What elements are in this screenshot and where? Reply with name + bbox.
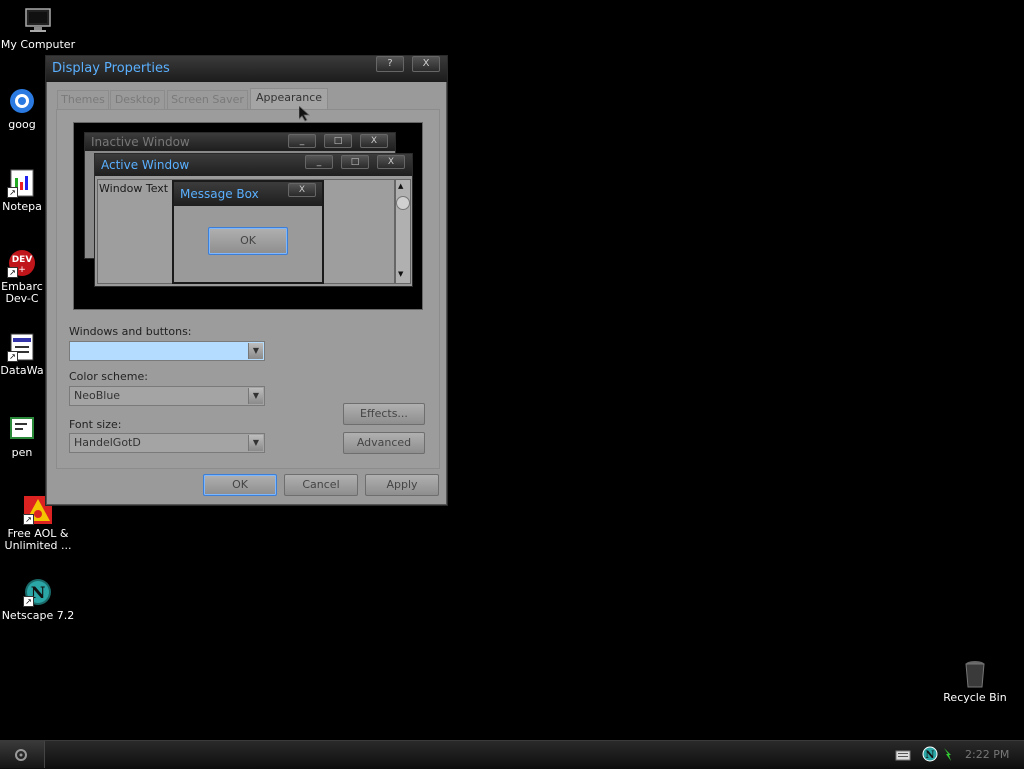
desktop-icon-label: Netscape 7.2 (1, 609, 75, 622)
desktop-icon-label: My Computer (0, 38, 76, 51)
inactive-title-text: Inactive Window (91, 135, 190, 149)
cancel-button[interactable]: Cancel (284, 474, 358, 496)
preview-scrollbar: ▲ ▼ (395, 179, 411, 284)
shortcut-arrow-icon: ↗ (7, 351, 18, 362)
preview-close-icon: X (288, 183, 316, 197)
advanced-button[interactable]: Advanced (343, 432, 425, 454)
preview-minimize-icon: _ (305, 155, 333, 169)
appearance-preview: Inactive Window _ □ X Active Window _ □ … (73, 122, 423, 310)
devcpp-icon: DEV + ↗ (7, 248, 37, 278)
start-button[interactable] (0, 741, 45, 768)
preview-maximize-icon: □ (341, 155, 369, 169)
help-icon: ? (387, 58, 393, 69)
pen-icon (7, 414, 37, 444)
svg-text:DEV: DEV (12, 255, 33, 265)
close-icon: X (422, 58, 430, 69)
font-size-value: HandelGotD (74, 436, 141, 449)
chevron-down-icon: ▼ (248, 435, 263, 451)
effects-label: Effects... (360, 407, 408, 420)
ok-label: OK (232, 478, 248, 491)
close-button[interactable]: X (412, 56, 440, 72)
svg-text:N: N (925, 750, 934, 761)
advanced-label: Advanced (356, 436, 412, 449)
system-tray: N 2:22 PM (890, 741, 1024, 768)
preview-ok-label: OK (240, 234, 256, 247)
help-button[interactable]: ? (376, 56, 404, 72)
windows-buttons-select[interactable]: ▼ (69, 341, 265, 361)
cancel-label: Cancel (302, 478, 340, 491)
taskbar: N 2:22 PM (0, 740, 1024, 769)
tab-label: Appearance (255, 91, 323, 104)
desktop-icon-label: Recycle Bin (943, 691, 1007, 704)
desktop-icon-my-computer[interactable]: My Computer (0, 6, 78, 51)
google-icon (7, 86, 37, 116)
preview-close-icon: X (360, 134, 388, 148)
keyboard-icon[interactable] (895, 749, 911, 761)
shortcut-arrow-icon: ↗ (7, 267, 18, 278)
color-scheme-label: Color scheme: (69, 370, 148, 383)
tab-label: Themes (61, 93, 105, 106)
notepad-icon: ↗ (7, 168, 37, 198)
datawatch-icon: ↗ (7, 332, 37, 362)
message-title-text: Message Box (180, 187, 259, 201)
preview-ok-button: OK (208, 227, 288, 255)
color-scheme-value: NeoBlue (74, 389, 121, 402)
ok-button[interactable]: OK (203, 474, 277, 496)
chevron-down-icon: ▼ (248, 343, 263, 359)
monitor-icon (23, 6, 53, 36)
preview-window-text: Window Text (99, 182, 169, 195)
desktop-icon-label-line2: Unlimited ... (4, 539, 72, 552)
chevron-down-icon: ▼ (248, 388, 263, 404)
shortcut-arrow-icon: ↗ (7, 187, 18, 198)
tab-appearance[interactable]: Appearance (250, 88, 328, 110)
shortcut-arrow-icon: ↗ (23, 596, 34, 607)
preview-maximize-icon: □ (324, 134, 352, 148)
scroll-up-icon: ▲ (398, 182, 404, 190)
tab-desktop[interactable]: Desktop (110, 90, 165, 110)
svg-text:+: + (18, 265, 26, 275)
start-gear-icon (15, 749, 27, 761)
tab-label: Desktop (114, 93, 161, 106)
font-size-select[interactable]: HandelGotD ▼ (69, 433, 265, 453)
appearance-panel: Inactive Window _ □ X Active Window _ □ … (56, 109, 440, 469)
scroll-thumb (396, 196, 410, 210)
preview-minimize-icon: _ (288, 134, 316, 148)
tab-screen-saver[interactable]: Screen Saver (167, 90, 248, 110)
clock[interactable]: 2:22 PM (965, 748, 1009, 761)
window-title: Display Properties (52, 61, 170, 76)
apply-label: Apply (386, 478, 418, 491)
color-scheme-select[interactable]: NeoBlue ▼ (69, 386, 265, 406)
tab-themes[interactable]: Themes (57, 90, 109, 110)
power-plug-icon[interactable] (941, 746, 955, 762)
shortcut-arrow-icon: ↗ (23, 514, 34, 525)
windows-buttons-label: Windows and buttons: (69, 325, 192, 338)
font-size-label: Font size: (69, 418, 122, 431)
netscape-tray-icon[interactable]: N (922, 746, 938, 762)
mouse-cursor-icon (298, 105, 311, 125)
trash-icon (960, 659, 990, 689)
active-title-text: Active Window (101, 158, 190, 172)
tab-label: Screen Saver (171, 93, 244, 106)
desktop-icon-recycle-bin[interactable]: Recycle Bin (935, 659, 1015, 704)
preview-message-box: Message Box X OK (172, 180, 324, 284)
preview-close-icon: X (377, 155, 405, 169)
netscape-icon: N ↗ (23, 577, 53, 607)
display-properties-window: Display Properties ? X Themes Desktop Sc… (45, 55, 448, 506)
desktop-icon-netscape[interactable]: N ↗ Netscape 7.2 (0, 577, 78, 622)
apply-button[interactable]: Apply (365, 474, 439, 496)
effects-button[interactable]: Effects... (343, 403, 425, 425)
scroll-down-icon: ▼ (398, 270, 404, 278)
